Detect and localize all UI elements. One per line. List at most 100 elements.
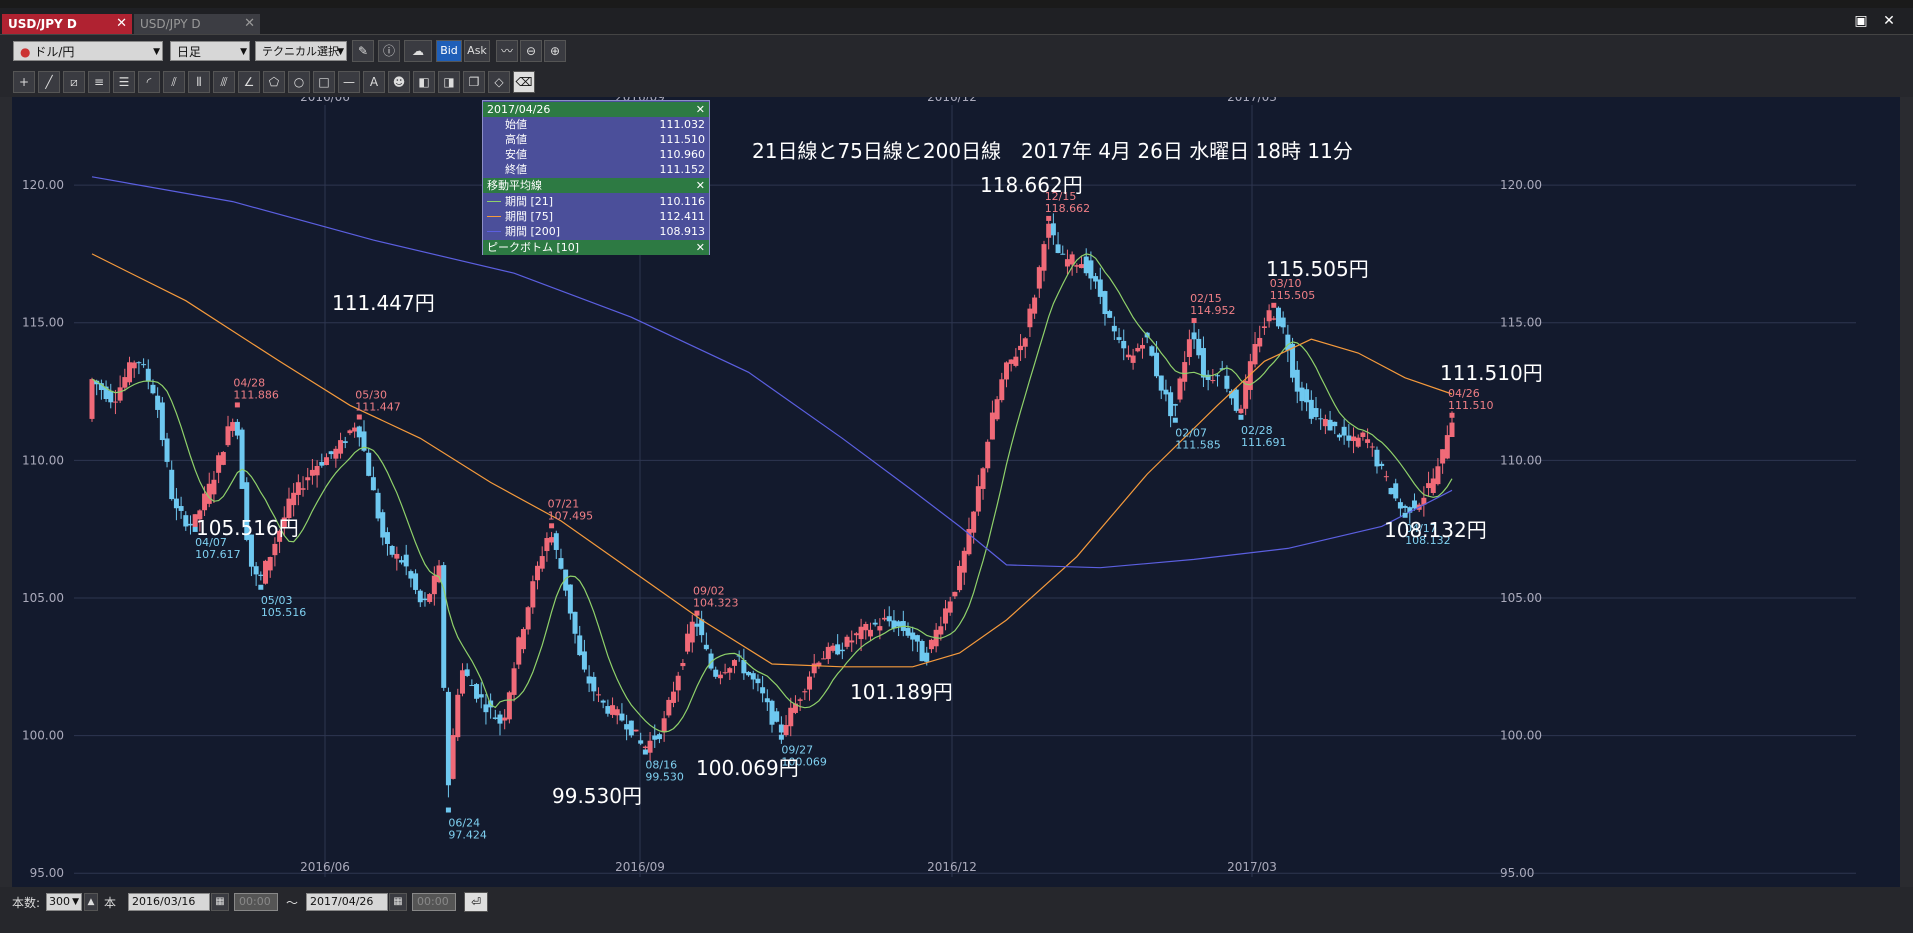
candle-body [445, 691, 451, 786]
close-icon[interactable]: ✕ [116, 14, 127, 34]
pitchfork-icon[interactable]: ⫻ [213, 71, 235, 93]
bottom-marker [258, 584, 264, 590]
close-icon[interactable]: ✕ [696, 102, 705, 117]
candlestick-chart[interactable]: 120.00 120.00 115.00 115.00 110.00 110.00 105.… [12, 97, 1900, 887]
candle-body [117, 387, 123, 401]
candle-body [722, 672, 728, 674]
candle-body [206, 483, 212, 504]
end-time-field[interactable]: 00:00 [412, 893, 456, 911]
calendar-icon[interactable]: ▦ [389, 893, 407, 911]
data-window-date-header: 2017/04/26 ✕ [483, 102, 709, 117]
candle-body [619, 713, 625, 721]
candle-body [1168, 392, 1174, 417]
candle-body [633, 729, 639, 732]
zoom-in-icon[interactable]: ⊕ [544, 40, 566, 62]
candle-body [319, 462, 325, 466]
copy-icon[interactable]: ❐ [463, 71, 485, 93]
candle-body [1243, 380, 1249, 409]
price-annotation: 100.069円 [696, 756, 799, 780]
start-time-field[interactable]: 00:00 [234, 893, 278, 911]
timeframe-select[interactable]: 日足 ▼ [170, 41, 250, 61]
chevron-up-icon[interactable]: ▲ [84, 893, 98, 911]
candle-body [1411, 500, 1417, 509]
stamp-icon[interactable]: ☻ [388, 71, 410, 93]
candle-body [399, 560, 405, 563]
rectangle-icon[interactable]: □ [313, 71, 335, 93]
parallel-lines-icon[interactable]: ⫽ [163, 71, 185, 93]
candle-body [1435, 466, 1441, 485]
candle-body [225, 426, 231, 446]
candle-body [778, 724, 784, 733]
count-spinner[interactable]: 300 ▼ [46, 893, 82, 911]
candle-body [328, 451, 334, 455]
ruler-icon[interactable]: ⧄ [63, 71, 85, 93]
candle-body [1294, 369, 1300, 392]
angle-icon[interactable]: ∠ [238, 71, 260, 93]
technical-select[interactable]: テクニカル選択 ▼ [255, 41, 347, 61]
candle-body [839, 649, 845, 652]
fibonacci-icon[interactable]: ☰ [113, 71, 135, 93]
peak-marker [1046, 215, 1052, 221]
y-tick-label-left: 115.00 [22, 316, 64, 330]
zoom-out-icon[interactable]: ⊖ [520, 40, 542, 62]
candle-body [980, 468, 986, 489]
bid-button[interactable]: Bid [436, 40, 462, 62]
trendline-icon[interactable]: ╱ [38, 71, 60, 93]
peak-marker [549, 523, 555, 529]
range-separator: 〜 [286, 896, 299, 910]
pentagon-icon[interactable]: ⬠ [263, 71, 285, 93]
text-icon[interactable]: A [363, 71, 385, 93]
flag-icon: ● [20, 45, 31, 59]
candle-body [825, 646, 831, 659]
horizontal-lines-icon[interactable]: ≡ [88, 71, 110, 93]
candle-body [971, 511, 977, 533]
start-date-field[interactable]: 2016/03/16 [128, 893, 210, 911]
candle-body [1107, 311, 1113, 318]
return-icon[interactable]: ⏎ [464, 892, 488, 912]
eraser-icon[interactable]: ◇ [488, 71, 510, 93]
candle-body [258, 574, 264, 576]
layer2-icon[interactable]: ◨ [438, 71, 460, 93]
close-window-icon[interactable]: ✕ [1880, 14, 1898, 28]
pen-icon[interactable]: ✎ [352, 40, 374, 62]
data-window[interactable]: 2017/04/26 ✕ 始値 111.032 高値 111.510 安値 110.9… [482, 100, 710, 255]
y-tick-label-right: 120.00 [1500, 178, 1542, 192]
peak-value-label: 111.886 [233, 388, 279, 401]
maximize-icon[interactable]: ▣ [1852, 14, 1870, 28]
tab-usdjpy-active[interactable]: USD/JPY D ✕ [2, 14, 132, 34]
area-chart-icon[interactable]: ☁ [404, 40, 432, 62]
candle-body [1032, 297, 1038, 314]
line-chart-icon[interactable]: 〰 [496, 40, 518, 62]
candle-body [877, 626, 883, 631]
end-date-field[interactable]: 2017/04/26 [306, 893, 388, 911]
currency-pair-select[interactable]: ● ドル/円 ▼ [13, 41, 163, 61]
vertical-lines-icon[interactable]: ⦀ [188, 71, 210, 93]
candle-body [1332, 421, 1338, 427]
tab-usdjpy[interactable]: USD/JPY D ✕ [134, 14, 260, 34]
candle-body [469, 685, 475, 687]
candle-body [1369, 446, 1375, 448]
circle-icon[interactable]: ○ [288, 71, 310, 93]
candle-body [572, 611, 578, 634]
close-icon[interactable]: ✕ [696, 240, 705, 255]
info-icon[interactable]: ⓘ [378, 40, 400, 62]
candle-body [872, 622, 878, 625]
hline-icon[interactable]: — [338, 71, 360, 93]
candle-body [1430, 478, 1436, 494]
close-icon[interactable]: ✕ [696, 178, 705, 193]
ask-button[interactable]: Ask [464, 40, 490, 62]
layer-icon[interactable]: ◧ [413, 71, 435, 93]
calendar-icon[interactable]: ▦ [211, 893, 229, 911]
candle-body [516, 637, 522, 665]
candle-body [1210, 380, 1216, 382]
candle-body [131, 362, 137, 369]
chevron-down-icon: ▼ [153, 47, 160, 57]
close-icon[interactable]: ✕ [244, 14, 255, 34]
fan-icon[interactable]: ◜ [138, 71, 160, 93]
candle-body [797, 699, 803, 701]
crosshair-icon[interactable]: + [13, 71, 35, 93]
candle-body [694, 623, 700, 627]
legend-swatch [487, 216, 501, 217]
candle-body [1322, 419, 1328, 427]
erase-all-icon[interactable]: ⌫ [513, 71, 535, 93]
